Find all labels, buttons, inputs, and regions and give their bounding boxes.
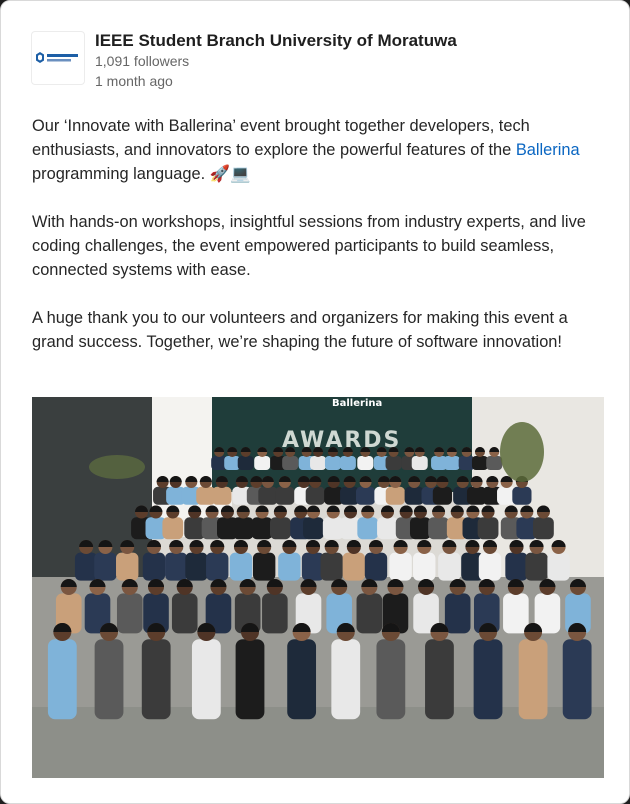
person-body	[376, 639, 406, 720]
person-body	[525, 552, 548, 581]
person-body	[252, 552, 276, 581]
person-body	[357, 456, 374, 470]
person-body	[432, 486, 453, 505]
post-card: IEEE Student Branch University of Moratu…	[0, 0, 630, 804]
person-body	[254, 456, 271, 470]
ballerina-link[interactable]: Ballerina	[516, 141, 580, 159]
person-body	[282, 456, 299, 470]
person-body	[162, 517, 184, 540]
person-body	[356, 593, 383, 634]
person-body	[404, 486, 424, 505]
person-body	[94, 552, 117, 581]
paragraph-1-start: Our ‘Innovate with Ballerina’ event brou…	[32, 117, 530, 159]
person-body	[413, 552, 436, 581]
banner-brand: Ballerina	[332, 398, 382, 409]
person-body	[237, 456, 254, 470]
author-name[interactable]: IEEE Student Branch University of Moratu…	[95, 31, 457, 51]
person-body	[47, 639, 77, 720]
post-timestamp: 1 month ago	[95, 73, 173, 89]
person-body	[428, 517, 449, 540]
person-body	[116, 593, 143, 634]
person-body	[303, 517, 324, 540]
person-body	[411, 456, 428, 470]
paragraph-1-end: programming language. 🚀💻	[32, 165, 251, 183]
person-body	[377, 517, 398, 540]
paragraph-2: With hands-on workshops, insightful sess…	[32, 213, 586, 279]
person-body	[518, 639, 548, 720]
person-body	[262, 593, 288, 634]
person-body	[486, 456, 503, 470]
person-body	[305, 486, 325, 505]
person-body	[269, 517, 291, 540]
person-body	[287, 639, 317, 720]
ieee-branch-logo-icon[interactable]	[31, 31, 85, 85]
person-body	[562, 639, 592, 720]
person-body	[171, 593, 198, 634]
person-body	[206, 552, 229, 581]
person-body	[185, 552, 208, 581]
person-body	[331, 639, 361, 720]
person-body	[251, 517, 273, 540]
person-body	[473, 639, 503, 720]
person-body	[364, 552, 388, 581]
person-body	[94, 639, 124, 720]
person-body	[212, 486, 232, 505]
person-body	[191, 639, 221, 720]
post-body: Our ‘Innovate with Ballerina’ event brou…	[32, 114, 607, 378]
person-body	[505, 552, 528, 581]
person-body	[324, 456, 341, 470]
person-body	[165, 552, 188, 581]
person-body	[533, 517, 554, 540]
follower-count: 1,091 followers	[95, 53, 190, 69]
person-body	[258, 486, 278, 505]
person-body	[385, 456, 402, 470]
person-body	[320, 552, 343, 581]
person-body	[232, 517, 254, 540]
person-body	[503, 593, 529, 634]
paragraph-3: A huge thank you to our volunteers and o…	[32, 309, 568, 351]
person-body	[342, 552, 366, 581]
person-body	[74, 552, 98, 581]
person-body	[389, 552, 412, 581]
paragraph-1: Our ‘Innovate with Ballerina’ event brou…	[32, 114, 607, 186]
person-body	[116, 552, 139, 581]
person-body	[229, 552, 253, 581]
person-body	[275, 486, 295, 505]
event-group-photo[interactable]: Ballerina AWARDS	[32, 397, 604, 778]
person-body	[547, 552, 570, 581]
person-body	[141, 639, 171, 720]
person-body	[443, 456, 460, 470]
person-body	[438, 552, 461, 581]
person-body	[425, 639, 454, 720]
person-body	[478, 552, 502, 581]
person-body	[339, 456, 356, 470]
person-body	[512, 486, 532, 505]
person-body	[477, 517, 499, 540]
person-body	[310, 456, 327, 470]
person-body	[235, 639, 265, 720]
person-body	[355, 486, 376, 505]
person-body	[278, 552, 301, 581]
person-body	[357, 517, 379, 540]
person-body	[409, 517, 431, 540]
person-body	[471, 456, 488, 470]
person-body	[385, 486, 405, 505]
person-body	[142, 552, 166, 581]
person-body	[444, 593, 471, 634]
